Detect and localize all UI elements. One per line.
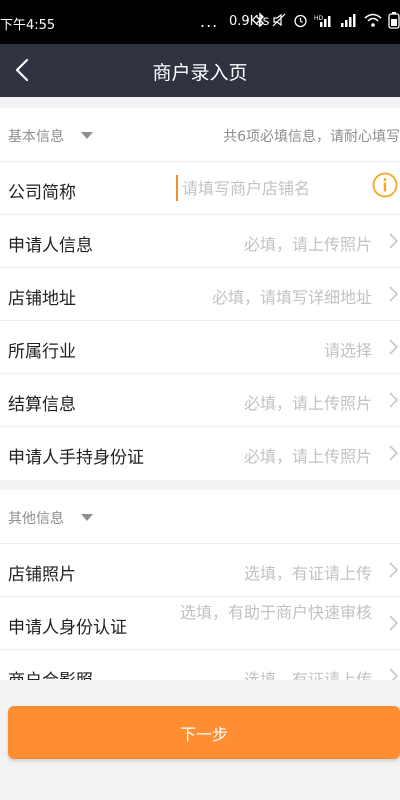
identity-verify-row[interactable]: 申请人身份认证 选填，有助于商户快速审核 <box>0 597 400 650</box>
company-name-input[interactable] <box>176 175 362 201</box>
bottom-bar: 下一步 <box>0 683 400 800</box>
chevron-right-icon <box>389 392 399 408</box>
hd-signal-icon: HD <box>314 12 334 32</box>
other-info-header[interactable]: 其他信息 <box>0 490 400 544</box>
industry-row[interactable]: 所属行业 请选择 <box>0 321 400 374</box>
chevron-right-icon <box>389 339 399 355</box>
mute-icon <box>271 12 287 32</box>
bluetooth-icon <box>255 12 265 32</box>
caret-down-icon <box>81 514 93 521</box>
row-label: 商户合影照 <box>8 666 93 680</box>
row-value: 必填，请上传照片 <box>243 235 372 254</box>
row-label: 申请人信息 <box>8 236 93 256</box>
header: 商户录入页 <box>0 44 400 97</box>
row-value: 选填，有证请上传 <box>243 670 372 680</box>
other-info-section: 其他信息 店铺照片 选填，有证请上传 申请人身份认证 选填，有助于商户快速审核 … <box>0 490 400 680</box>
row-value: 请选择 <box>323 341 372 360</box>
chevron-right-icon <box>389 445 399 461</box>
row-value: 选填，有助于商户快速审核 <box>179 603 372 622</box>
row-value: 选填，有证请上传 <box>243 564 372 583</box>
row-label: 所属行业 <box>8 342 76 362</box>
chevron-right-icon <box>389 615 399 631</box>
row-label: 店铺照片 <box>8 565 76 585</box>
section-label: 基本信息 <box>8 129 64 145</box>
caret-down-icon <box>81 132 93 139</box>
info-icon[interactable] <box>372 172 398 198</box>
company-name-row: 公司简称 <box>0 162 400 215</box>
row-value: 必填，请填写详细地址 <box>211 288 372 307</box>
section-label: 其他信息 <box>8 511 64 527</box>
basic-info-header[interactable]: 基本信息 共6项必填信息，请耐心填写 <box>0 108 400 162</box>
alarm-icon <box>293 12 308 32</box>
section-hint: 共6项必填信息，请耐心填写 <box>223 129 400 145</box>
applicant-info-row[interactable]: 申请人信息 必填，请上传照片 <box>0 215 400 268</box>
wifi-icon <box>364 12 382 32</box>
page-title: 商户录入页 <box>152 62 248 84</box>
status-dots: ... <box>200 12 219 31</box>
row-label: 申请人身份认证 <box>8 618 127 638</box>
svg-text:HD: HD <box>314 15 324 22</box>
shop-photo-row[interactable]: 店铺照片 选填，有证请上传 <box>0 544 400 597</box>
battery-icon <box>388 11 400 33</box>
next-step-button[interactable]: 下一步 <box>8 706 400 759</box>
basic-info-section: 基本信息 共6项必填信息，请耐心填写 公司简称 申请人信息 必填，请上传照片 店… <box>0 108 400 480</box>
status-icons: HD <box>255 11 400 33</box>
status-time: 下午4:55 <box>0 18 56 33</box>
shop-address-row[interactable]: 店铺地址 必填，请填写详细地址 <box>0 268 400 321</box>
row-label: 结算信息 <box>8 395 76 415</box>
chevron-right-icon <box>389 286 399 302</box>
settlement-info-row[interactable]: 结算信息 必填，请上传照片 <box>0 374 400 427</box>
status-bar: 下午4:55 ... 0.9K/s HD <box>0 0 400 44</box>
group-photo-row[interactable]: 商户合影照 选填，有证请上传 <box>0 650 400 680</box>
signal-icon <box>340 12 358 32</box>
row-value: 必填，请上传照片 <box>243 447 372 466</box>
row-value: 必填，请上传照片 <box>243 394 372 413</box>
chevron-right-icon <box>389 562 399 578</box>
handheld-id-row[interactable]: 申请人手持身份证 必填，请上传照片 <box>0 427 400 479</box>
row-label: 公司简称 <box>8 183 76 203</box>
chevron-right-icon <box>389 233 399 249</box>
row-label: 申请人手持身份证 <box>8 448 144 468</box>
row-label: 店铺地址 <box>8 289 76 309</box>
chevron-right-icon <box>389 668 399 680</box>
